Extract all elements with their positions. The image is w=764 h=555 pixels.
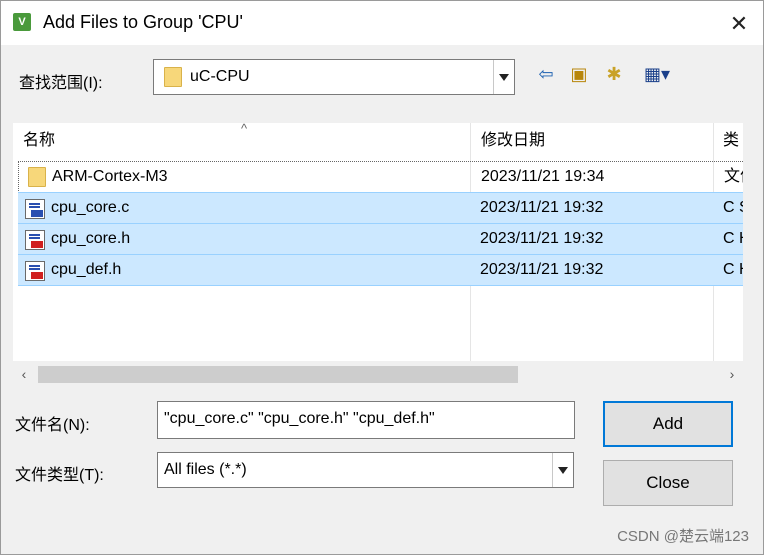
look-in-label: 查找范围(I): — [19, 75, 103, 92]
close-icon[interactable]: ✕ — [725, 11, 753, 37]
sort-ascending-icon: ^ — [241, 123, 248, 136]
list-item-cpu-def-h[interactable]: cpu_def.h 2023/11/21 19:32 C Header file — [18, 254, 743, 286]
column-header-date[interactable]: 修改日期 — [481, 123, 545, 159]
folder-icon — [28, 167, 46, 187]
chevron-down-icon[interactable] — [493, 60, 514, 94]
filename-input[interactable]: "cpu_core.c" "cpu_core.h" "cpu_def.h" — [157, 401, 575, 439]
column-header-name[interactable]: 名称 — [23, 123, 55, 159]
scroll-left-icon[interactable]: ‹ — [15, 365, 33, 383]
filetype-label: 文件类型(T): — [15, 467, 104, 484]
filetype-dropdown[interactable]: All files (*.*) — [157, 452, 574, 488]
new-folder-icon[interactable]: ✱ — [603, 63, 625, 85]
add-button[interactable]: Add — [603, 401, 733, 447]
app-icon: V — [13, 13, 31, 31]
file-name: cpu_core.h — [51, 230, 131, 247]
horizontal-scrollbar[interactable]: ‹ › — [13, 363, 743, 385]
file-date: 2023/11/21 19:32 — [480, 230, 604, 247]
close-button[interactable]: Close — [603, 460, 733, 506]
list-item-arm-cortex-m3[interactable]: ARM-Cortex-M3 2023/11/21 19:34 文件夹 — [18, 161, 743, 193]
up-folder-icon[interactable]: ▣ — [568, 63, 590, 85]
back-icon[interactable]: ⇦ — [535, 63, 557, 85]
file-list[interactable]: ^ 名称 修改日期 类型 ARM-Cortex-M3 2023/11/21 19… — [13, 123, 743, 361]
file-date: 2023/11/21 19:34 — [481, 168, 605, 185]
filetype-value: All files (*.*) — [164, 461, 247, 478]
add-files-dialog: V Add Files to Group 'CPU' ✕ 查找范围(I): uC… — [0, 0, 764, 555]
file-type: C Header file — [723, 230, 743, 247]
watermark: CSDN @楚云端123 — [617, 528, 749, 545]
file-type: 文件夹 — [724, 168, 743, 185]
scrollbar-thumb[interactable] — [38, 366, 518, 383]
file-date: 2023/11/21 19:32 — [480, 261, 604, 278]
file-date: 2023/11/21 19:32 — [480, 199, 604, 216]
c-source-file-icon — [25, 199, 45, 219]
title-bar: V Add Files to Group 'CPU' ✕ — [1, 1, 763, 45]
c-header-file-icon — [25, 230, 45, 250]
look-in-value: uC-CPU — [190, 68, 250, 85]
chevron-down-icon[interactable] — [552, 453, 573, 487]
look-in-dropdown[interactable]: uC-CPU — [153, 59, 515, 95]
list-item-cpu-core-h[interactable]: cpu_core.h 2023/11/21 19:32 C Header fil… — [18, 223, 743, 255]
list-item-cpu-core-c[interactable]: cpu_core.c 2023/11/21 19:32 C Source fil… — [18, 192, 743, 224]
folder-icon — [164, 67, 182, 87]
file-name: cpu_core.c — [51, 199, 130, 216]
file-name: ARM-Cortex-M3 — [52, 168, 168, 185]
column-header-type[interactable]: 类型 — [723, 123, 743, 159]
file-type: C Header file — [723, 261, 743, 278]
window-title: Add Files to Group 'CPU' — [43, 12, 243, 32]
file-type: C Source file — [723, 199, 743, 216]
filename-label: 文件名(N): — [15, 417, 90, 434]
c-header-file-icon — [25, 261, 45, 281]
view-menu-icon[interactable]: ▦▾ — [637, 63, 677, 85]
scroll-right-icon[interactable]: › — [723, 365, 741, 383]
file-name: cpu_def.h — [51, 261, 122, 278]
